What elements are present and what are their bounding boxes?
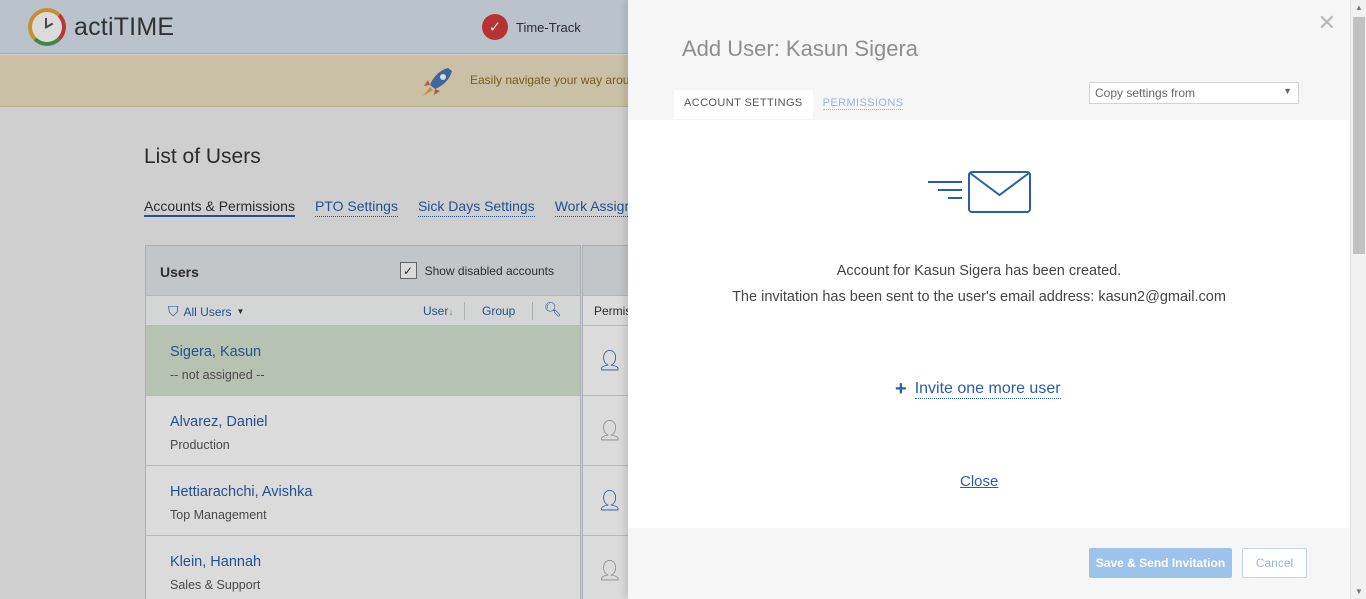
plus-icon: + bbox=[895, 378, 907, 400]
save-send-invitation-button[interactable]: Save & Send Invitation bbox=[1089, 548, 1232, 578]
envelope-icon bbox=[928, 171, 1031, 213]
scroll-up-icon[interactable]: ▲ bbox=[1355, 3, 1363, 12]
tab-permissions[interactable]: PERMISSIONS bbox=[813, 90, 914, 119]
modal-title: Add User: Kasun Sigera bbox=[682, 36, 919, 61]
vertical-scrollbar[interactable]: ▲ ▼ bbox=[1350, 0, 1366, 599]
tab-account-settings[interactable]: ACCOUNT SETTINGS bbox=[674, 90, 813, 119]
invite-more-link[interactable]: + Invite one more user bbox=[895, 378, 1061, 401]
scroll-down-icon[interactable]: ▼ bbox=[1355, 587, 1363, 596]
tab-permissions-label: PERMISSIONS bbox=[822, 97, 904, 110]
add-user-panel: ✕ Add User: Kasun Sigera ACCOUNT SETTING… bbox=[628, 0, 1350, 599]
close-icon[interactable]: ✕ bbox=[1318, 10, 1336, 36]
scrollbar-thumb[interactable] bbox=[1353, 17, 1365, 254]
cancel-button[interactable]: Cancel bbox=[1242, 548, 1307, 578]
success-message: Account for Kasun Sigera has been create… bbox=[836, 263, 1122, 279]
modal-body: Account for Kasun Sigera has been create… bbox=[628, 120, 1350, 528]
copy-settings-select[interactable]: Copy settings from ▼ bbox=[1089, 82, 1299, 104]
invitation-message: The invitation has been sent to the user… bbox=[732, 289, 1226, 305]
copy-settings-placeholder: Copy settings from bbox=[1095, 86, 1196, 100]
modal-backdrop[interactable] bbox=[0, 0, 628, 599]
invite-more-label: Invite one more user bbox=[914, 380, 1061, 399]
close-link[interactable]: Close bbox=[960, 473, 998, 490]
chevron-down-icon: ▼ bbox=[1283, 86, 1292, 96]
modal-tabs: ACCOUNT SETTINGS PERMISSIONS bbox=[674, 90, 913, 119]
